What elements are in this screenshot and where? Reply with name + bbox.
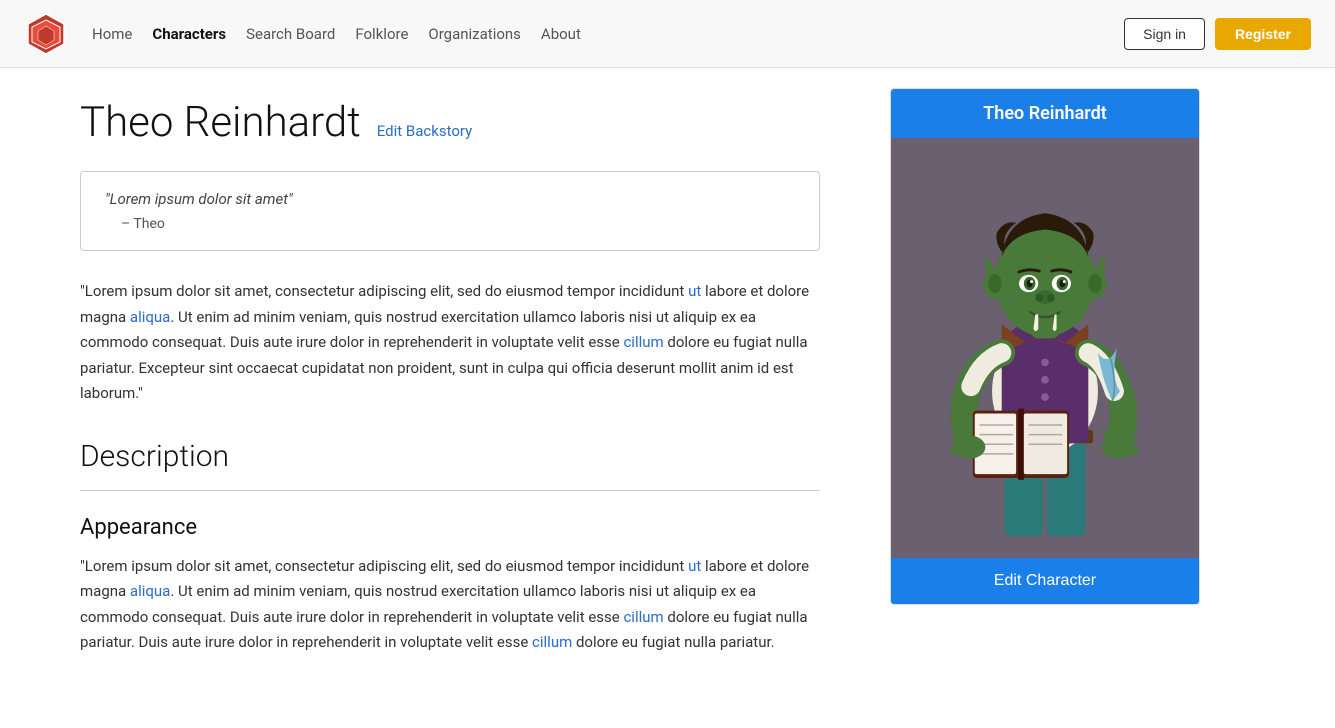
- nav-home[interactable]: Home: [92, 25, 132, 43]
- description-heading: Description: [80, 439, 820, 474]
- nav-about[interactable]: About: [541, 25, 581, 43]
- char-name: Theo Reinhardt: [80, 98, 361, 147]
- edit-character-button[interactable]: Edit Character: [891, 558, 1199, 604]
- link-word-5: aliqua: [130, 582, 170, 600]
- section-divider: [80, 490, 820, 491]
- nav-organizations[interactable]: Organizations: [428, 25, 521, 43]
- character-illustration: [891, 138, 1199, 558]
- signin-button[interactable]: Sign in: [1124, 18, 1205, 50]
- logo[interactable]: [24, 12, 68, 56]
- quote-text: "Lorem ipsum dolor sit amet": [105, 190, 795, 208]
- backstory-text: "Lorem ipsum dolor sit amet, consectetur…: [80, 279, 820, 407]
- page-body: Theo Reinhardt Edit Backstory "Lorem ips…: [0, 68, 1335, 728]
- link-word-7: cillum: [532, 633, 572, 651]
- edit-backstory-link[interactable]: Edit Backstory: [377, 122, 472, 140]
- appearance-text: "Lorem ipsum dolor sit amet, consectetur…: [80, 554, 820, 656]
- navbar: Home Characters Search Board Folklore Or…: [0, 0, 1335, 68]
- appearance-heading: Appearance: [80, 515, 820, 540]
- nav-search-board[interactable]: Search Board: [246, 25, 335, 43]
- char-header: Theo Reinhardt Edit Backstory: [80, 98, 820, 147]
- nav-characters[interactable]: Characters: [152, 25, 226, 43]
- char-card-name: Theo Reinhardt: [891, 89, 1199, 138]
- nav-links: Home Characters Search Board Folklore Or…: [92, 25, 1100, 43]
- link-word-2: aliqua: [130, 308, 170, 326]
- main-content: Theo Reinhardt Edit Backstory "Lorem ips…: [0, 68, 880, 728]
- quote-box: "Lorem ipsum dolor sit amet" – Theo: [80, 171, 820, 251]
- nav-folklore[interactable]: Folklore: [355, 25, 408, 43]
- quote-attribution: – Theo: [105, 216, 795, 232]
- link-word-3: cillum: [623, 333, 663, 351]
- sidebar: Theo Reinhardt: [880, 68, 1220, 728]
- link-word-4: ut: [688, 557, 701, 575]
- nav-actions: Sign in Register: [1124, 18, 1311, 50]
- character-card: Theo Reinhardt: [890, 88, 1200, 605]
- register-button[interactable]: Register: [1215, 18, 1311, 50]
- link-word-1: ut: [688, 282, 701, 300]
- char-card-footer: Edit Character: [891, 558, 1199, 604]
- link-word-6: cillum: [623, 608, 663, 626]
- char-card-image: [891, 138, 1199, 558]
